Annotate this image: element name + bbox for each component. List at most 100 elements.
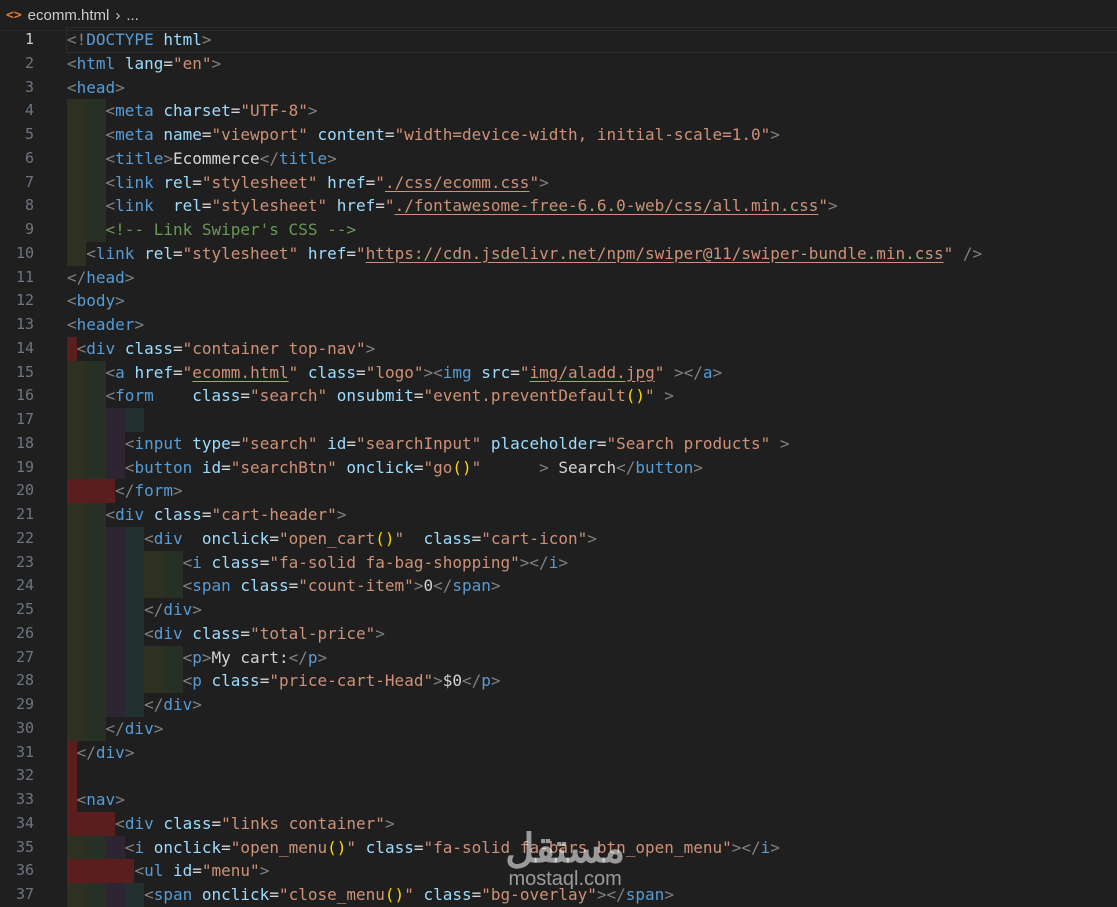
code-token: class xyxy=(423,528,472,548)
code-line[interactable]: 3 <head> xyxy=(0,76,1117,100)
code-token: " xyxy=(471,457,482,477)
code-token: " xyxy=(288,362,299,382)
line-code: </div> xyxy=(67,717,164,741)
line-number: 22 xyxy=(15,528,34,547)
code-token: name xyxy=(163,125,202,144)
code-token: < xyxy=(134,861,145,881)
code-token: span xyxy=(153,885,193,904)
code-token: () xyxy=(625,386,646,406)
code-line[interactable]: 30 </div> xyxy=(0,716,1117,741)
line-number: 33 xyxy=(15,790,34,808)
code-token: < xyxy=(105,125,116,144)
code-token: button xyxy=(635,457,694,477)
code-line[interactable]: 27 <p>My cart:</p> xyxy=(0,645,1117,670)
code-token: $0 xyxy=(442,671,462,691)
line-code: <header> xyxy=(67,313,144,337)
code-line[interactable]: 13 <header> xyxy=(0,313,1117,337)
code-token: " xyxy=(394,528,405,548)
line-number: 27 xyxy=(15,647,34,666)
code-token: <! xyxy=(67,30,87,49)
line-number: 18 xyxy=(15,433,34,452)
code-line[interactable]: 5 <meta name="viewport" content="width=d… xyxy=(0,123,1117,147)
code-token: = xyxy=(269,528,279,548)
code-line[interactable]: 6 <title>Ecommerce</title> xyxy=(0,146,1117,171)
code-line[interactable]: 15 <a href="ecomm.html" class="logo"><im… xyxy=(0,360,1117,385)
code-line[interactable]: 7 <link rel="stylesheet" href="./css/eco… xyxy=(0,170,1117,195)
code-token: < xyxy=(67,53,77,73)
code-line[interactable]: 9 <!-- Link Swiper's CSS --> xyxy=(0,218,1117,242)
breadcrumb-file[interactable]: ecomm.html xyxy=(28,7,110,24)
code-line[interactable]: 33 <nav> xyxy=(0,788,1117,812)
code-token: span xyxy=(452,576,491,596)
code-token: span xyxy=(192,576,231,596)
code-line[interactable]: 24 <span class="count-item">0</span> xyxy=(0,574,1117,598)
line-code: </div> xyxy=(67,693,202,717)
code-line[interactable]: 1 <!DOCTYPE html> xyxy=(0,27,1117,53)
code-token: </ xyxy=(259,148,279,168)
code-line[interactable]: 2 <html lang="en"> xyxy=(0,52,1117,76)
code-line[interactable]: 20 </form> xyxy=(0,479,1117,503)
code-line[interactable]: 8 <link rel="stylesheet" href="./fontawe… xyxy=(0,194,1117,218)
code-token: ></ xyxy=(731,837,761,857)
code-line[interactable]: 25 </div> xyxy=(0,598,1117,622)
code-token: > xyxy=(192,695,202,714)
line-code: <ul id="menu"> xyxy=(67,859,269,883)
code-token: > xyxy=(413,576,424,596)
line-number: 31 xyxy=(15,742,34,761)
code-line[interactable]: 23 <i class="fa-solid fa-bag-shopping"><… xyxy=(0,550,1117,575)
code-editor[interactable]: 1 <!DOCTYPE html> 2 <html lang="en"> 3 <head>… xyxy=(0,27,1117,907)
code-line[interactable]: 10 <link rel="stylesheet" href="https://… xyxy=(0,241,1117,266)
line-code: <span class="count-item">0</span> xyxy=(67,574,501,598)
code-line[interactable]: 12 <body> xyxy=(0,289,1117,313)
code-line[interactable]: 29 </div> xyxy=(0,693,1117,717)
code-line[interactable]: 31 </div> xyxy=(0,740,1117,765)
code-token: class xyxy=(240,576,289,596)
breadcrumb-more[interactable]: ... xyxy=(126,7,139,24)
code-token: rel xyxy=(163,172,193,192)
code-token: div xyxy=(153,623,183,643)
code-line[interactable]: 28 <p class="price-cart-Head">$0</p> xyxy=(0,669,1117,693)
code-token: < xyxy=(86,243,96,263)
code-token: = xyxy=(259,671,270,691)
code-token: p xyxy=(192,647,202,667)
code-token: < xyxy=(115,813,125,833)
code-line[interactable]: 14 <div class="container top-nav"> xyxy=(0,336,1117,361)
code-line[interactable]: 22 <div onclick="open_cart()" class="car… xyxy=(0,526,1117,551)
code-token: < xyxy=(144,528,154,548)
code-token: < xyxy=(76,338,87,358)
code-line[interactable]: 17 xyxy=(0,408,1117,432)
line-number: 23 xyxy=(15,552,34,571)
code-line[interactable]: 16 <form class="search" onsubmit="event.… xyxy=(0,384,1117,408)
code-line[interactable]: 26 <div class="total-price"> xyxy=(0,621,1117,646)
code-line[interactable]: 18 <input type="search" id="searchInput"… xyxy=(0,431,1117,456)
code-token: = xyxy=(172,243,183,263)
code-line[interactable]: 32 xyxy=(0,764,1117,788)
code-line[interactable]: 19 <button id="searchBtn" onclick="go()"… xyxy=(0,455,1117,480)
code-line[interactable]: 11 </head> xyxy=(0,266,1117,290)
line-code: <a href="ecomm.html" class="logo"><img s… xyxy=(67,361,723,385)
code-token: < xyxy=(144,623,154,643)
code-line[interactable]: 4 <meta charset="UTF-8"> xyxy=(0,99,1117,123)
code-token: id xyxy=(172,861,193,881)
code-token: "UTF-8" xyxy=(240,101,308,121)
code-token: </ xyxy=(144,600,164,619)
code-token: "stylesheet" xyxy=(211,196,328,216)
watermark-arabic: مستقل xyxy=(505,827,625,871)
code-token: a xyxy=(115,362,125,382)
code-line[interactable]: 21 <div class="cart-header"> xyxy=(0,503,1117,527)
code-token: My cart: xyxy=(211,647,289,667)
code-token: div xyxy=(95,742,125,762)
